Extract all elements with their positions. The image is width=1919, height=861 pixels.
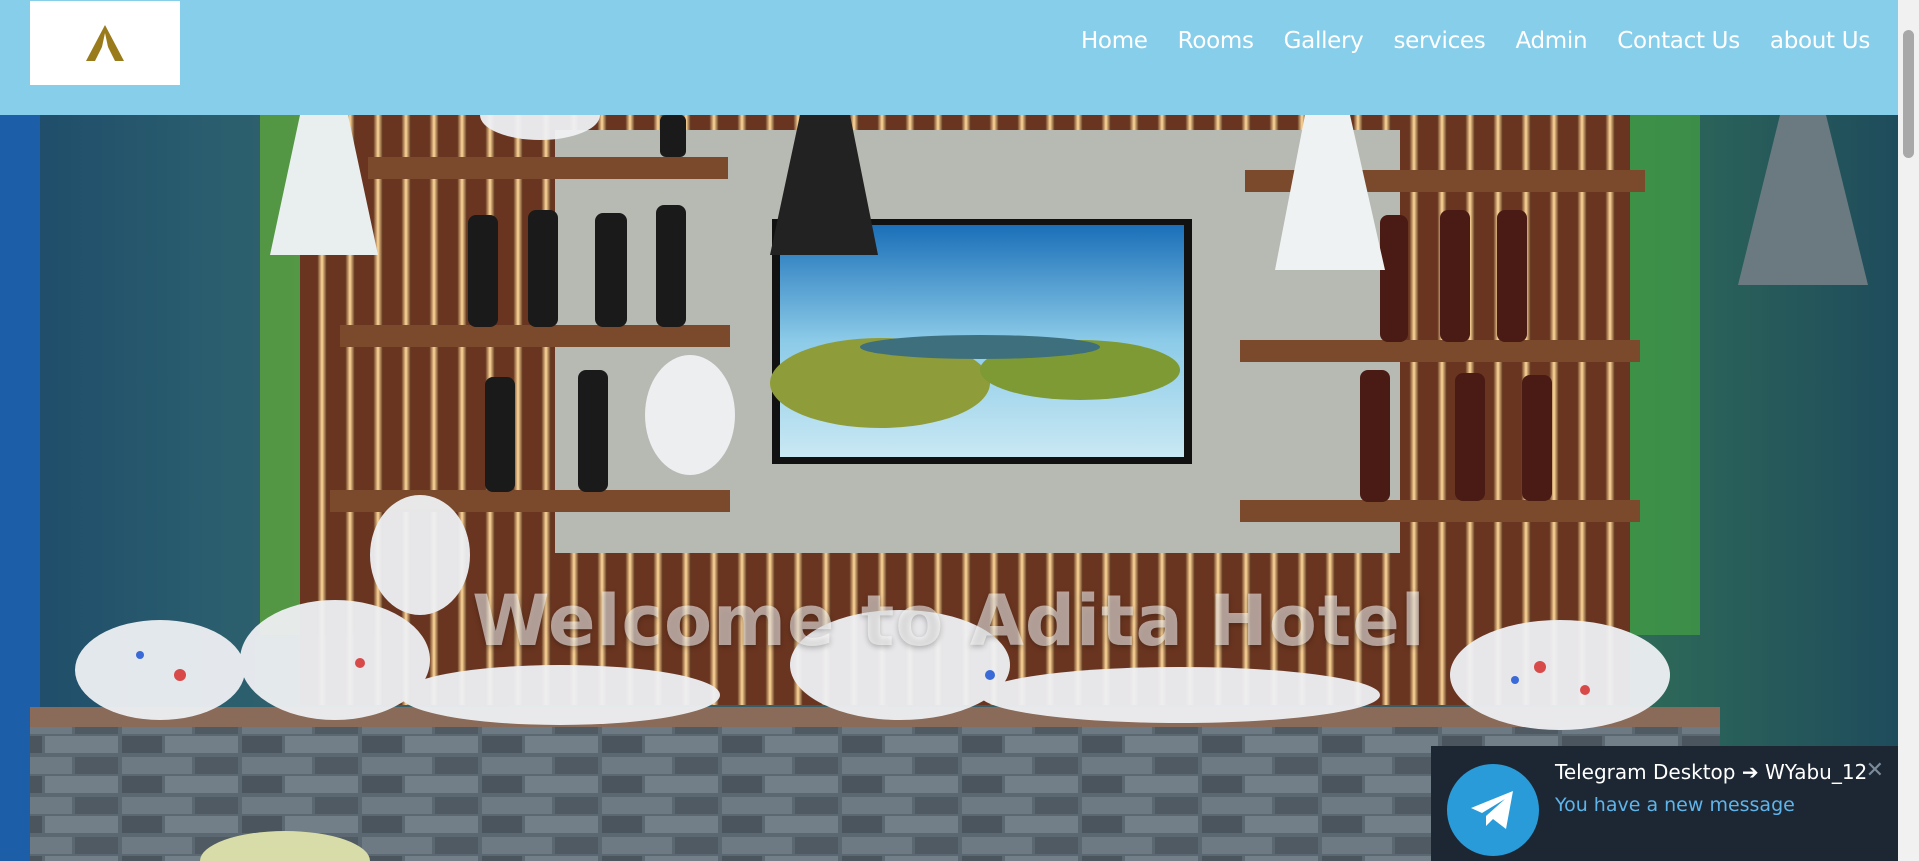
main-nav: Home Rooms Gallery services Admin Contac… (1081, 28, 1870, 54)
nav-link-contact-us[interactable]: Contact Us (1617, 28, 1740, 54)
page-scrollbar[interactable] (1898, 0, 1919, 861)
notification-message[interactable]: You have a new message (1555, 794, 1795, 816)
scrollbar-thumb[interactable] (1903, 30, 1914, 158)
hotel-logo-icon (86, 25, 124, 61)
nav-link-services[interactable]: services (1393, 28, 1485, 54)
nav-link-gallery[interactable]: Gallery (1284, 28, 1364, 54)
nav-link-rooms[interactable]: Rooms (1178, 28, 1254, 54)
close-icon[interactable]: ✕ (1866, 760, 1884, 782)
hero-title: Welcome to Adita Hotel (472, 580, 1426, 662)
telegram-icon (1447, 764, 1539, 856)
site-logo[interactable] (30, 1, 180, 85)
telegram-notification[interactable]: Telegram Desktop ➔ WYabu_12 You have a n… (1431, 746, 1898, 861)
nav-link-about-us[interactable]: about Us (1770, 28, 1870, 54)
nav-link-admin[interactable]: Admin (1515, 28, 1587, 54)
navbar: Home Rooms Gallery services Admin Contac… (0, 0, 1898, 115)
nav-link-home[interactable]: Home (1081, 28, 1148, 54)
notification-title: Telegram Desktop ➔ WYabu_12 (1555, 760, 1868, 784)
